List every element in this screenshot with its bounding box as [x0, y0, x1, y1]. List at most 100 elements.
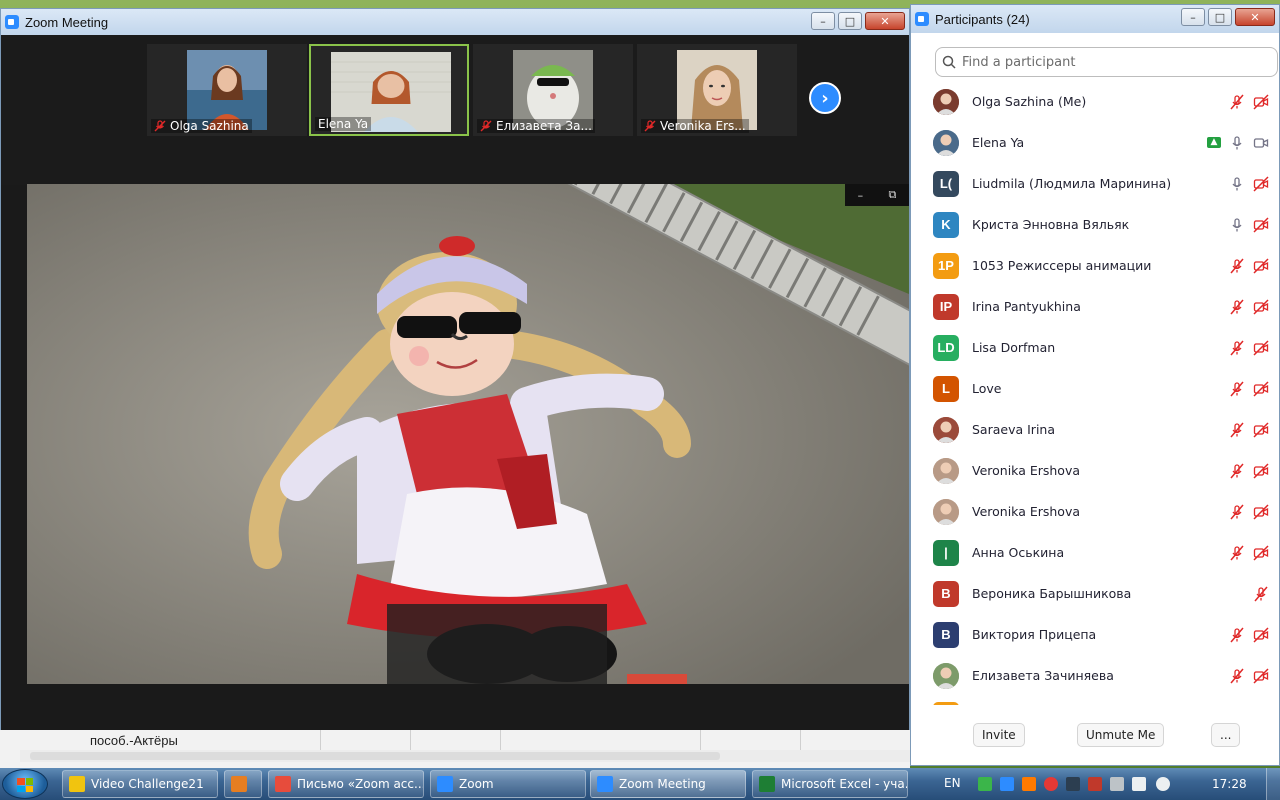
video-off-icon[interactable] [1253, 175, 1269, 192]
taskbar-item[interactable]: Video Challenge21 [62, 770, 218, 798]
taskbar-item[interactable]: Zoom [430, 770, 586, 798]
mic-muted-icon[interactable] [1229, 545, 1245, 561]
participant-status-icons [1229, 93, 1269, 110]
maximize-button[interactable]: □ [1208, 8, 1232, 26]
video-off-icon[interactable] [1253, 216, 1269, 233]
mic-muted-icon[interactable] [1229, 340, 1245, 356]
minimize-button[interactable]: – [811, 12, 835, 30]
video-off-icon[interactable] [1253, 93, 1269, 110]
video-thumbnail[interactable]: Olga Sazhina [147, 44, 307, 136]
taskbar-app-icon [597, 776, 613, 792]
participant-row[interactable]: LD Lisa Dorfman [911, 327, 1279, 368]
video-off-icon[interactable] [1253, 667, 1269, 684]
video-minimize-button[interactable]: – [858, 189, 864, 202]
mic-muted-icon [644, 120, 656, 132]
participant-row[interactable]: 1P 1053 Режиссеры анимации [911, 245, 1279, 286]
participant-search[interactable] [935, 47, 1278, 77]
video-off-icon[interactable] [1253, 421, 1269, 438]
mic-muted-icon[interactable] [1229, 627, 1245, 643]
participant-status-icons [1229, 586, 1269, 602]
video-off-icon[interactable] [1253, 257, 1269, 274]
taskbar-item[interactable] [224, 770, 262, 798]
close-button[interactable]: ✕ [865, 12, 905, 30]
participant-row[interactable]: | Анна Оськина [911, 532, 1279, 573]
mic-muted-icon[interactable] [1229, 258, 1245, 274]
grid-line [500, 728, 501, 750]
video-thumbnail[interactable]: Елизавета За... [473, 44, 633, 136]
mic-muted-icon[interactable] [1229, 94, 1245, 110]
antivirus-tray-icon[interactable] [1044, 777, 1058, 791]
meeting-bottom-area [1, 684, 909, 730]
mic-muted-icon[interactable] [1229, 668, 1245, 684]
participant-row[interactable]: Saraeva Irina [911, 409, 1279, 450]
window-controls: – □ ✕ [811, 12, 905, 30]
taskbar-app-icon [275, 776, 291, 792]
video-camera-icon[interactable] [1253, 135, 1269, 151]
participant-row[interactable]: L(Liudmila (Людмила Маринина) [911, 163, 1279, 204]
mic-icon[interactable] [1229, 217, 1245, 233]
participant-row[interactable]: Elena Ya ▲ [911, 122, 1279, 163]
language-indicator[interactable]: EN [944, 776, 961, 790]
mic-muted-icon[interactable] [1253, 586, 1269, 602]
participant-row[interactable]: B Вероника Барышникова [911, 573, 1279, 614]
spreadsheet-scrollbar[interactable] [30, 752, 720, 760]
unmute-me-button[interactable]: Unmute Me [1077, 723, 1165, 747]
participant-row[interactable]: Елизавета Зачиняева [911, 655, 1279, 696]
more-options-button[interactable]: ... [1211, 723, 1241, 747]
participant-row[interactable]: IP Irina Pantyukhina [911, 286, 1279, 327]
search-input[interactable] [962, 54, 1262, 70]
taskbar-item[interactable]: Zoom Meeting [590, 770, 746, 798]
video-restore-button[interactable]: ⧉ [888, 188, 896, 202]
minimize-button[interactable]: – [1181, 8, 1205, 26]
grid-line [800, 728, 801, 750]
video-off-icon[interactable] [1253, 298, 1269, 315]
mic-muted-icon[interactable] [1229, 299, 1245, 315]
next-page-button[interactable]: › [809, 82, 841, 114]
video-off-icon[interactable] [1253, 626, 1269, 643]
power-tray-icon[interactable] [1110, 777, 1124, 791]
close-button[interactable]: ✕ [1235, 8, 1275, 26]
video-off-icon[interactable] [1253, 503, 1269, 520]
maximize-button[interactable]: □ [838, 12, 862, 30]
mic-muted-icon[interactable] [1229, 381, 1245, 397]
participant-row[interactable]: L Love [911, 368, 1279, 409]
taskbar-item[interactable]: Письмо «Zoom acc... [268, 770, 424, 798]
participant-row[interactable]: Veronika Ershova [911, 450, 1279, 491]
volume-icon[interactable] [1156, 777, 1170, 791]
participant-row[interactable]: K Криста Энновна Вяльяк [911, 204, 1279, 245]
participant-photo [187, 50, 267, 130]
mic-muted-icon[interactable] [1229, 422, 1245, 438]
mic-icon[interactable] [1229, 135, 1245, 151]
mic-icon[interactable] [1229, 176, 1245, 192]
participant-row[interactable]: Olga Sazhina (Me) [911, 81, 1279, 122]
mic-muted-icon[interactable] [1229, 504, 1245, 520]
participant-photo [677, 50, 757, 130]
participant-row[interactable]: Veronika Ershova [911, 491, 1279, 532]
clock[interactable]: 17:28 [1212, 777, 1247, 791]
system-tray: EN 17:28 [940, 768, 1280, 800]
main-video-feed[interactable]: – ⧉ [27, 184, 909, 684]
video-off-icon[interactable] [1253, 462, 1269, 479]
video-thumbnail[interactable]: Veronika Ers... [637, 44, 797, 136]
update-tray-icon[interactable] [1022, 777, 1036, 791]
spreadsheet-cell-text[interactable]: пособ.-Актёры [90, 733, 178, 748]
video-off-icon[interactable] [1253, 339, 1269, 356]
invite-button[interactable]: Invite [973, 723, 1025, 747]
participant-avatar: | [933, 539, 959, 566]
signal-tray-icon[interactable] [1132, 777, 1146, 791]
zoom-tray-icon[interactable] [1000, 777, 1014, 791]
video-thumbnail-active[interactable]: Elena Ya [309, 44, 469, 136]
mic-muted-icon[interactable] [1229, 463, 1245, 479]
device-tray-icon[interactable] [1066, 777, 1080, 791]
start-button[interactable] [2, 769, 48, 799]
show-desktop-button[interactable] [1266, 768, 1280, 800]
participant-name: Елизавета Зачиняева [972, 668, 1114, 683]
zoom-titlebar[interactable]: Zoom Meeting – □ ✕ [1, 9, 909, 35]
taskbar-item[interactable]: Microsoft Excel - уча... [752, 770, 908, 798]
flag-tray-icon[interactable] [1088, 777, 1102, 791]
network-activity-icon[interactable] [978, 777, 992, 791]
participant-row[interactable]: B Виктория Прицепа [911, 614, 1279, 655]
video-off-icon[interactable] [1253, 380, 1269, 397]
participants-titlebar[interactable]: Participants (24) – □ ✕ [911, 5, 1279, 33]
video-off-icon[interactable] [1253, 544, 1269, 561]
